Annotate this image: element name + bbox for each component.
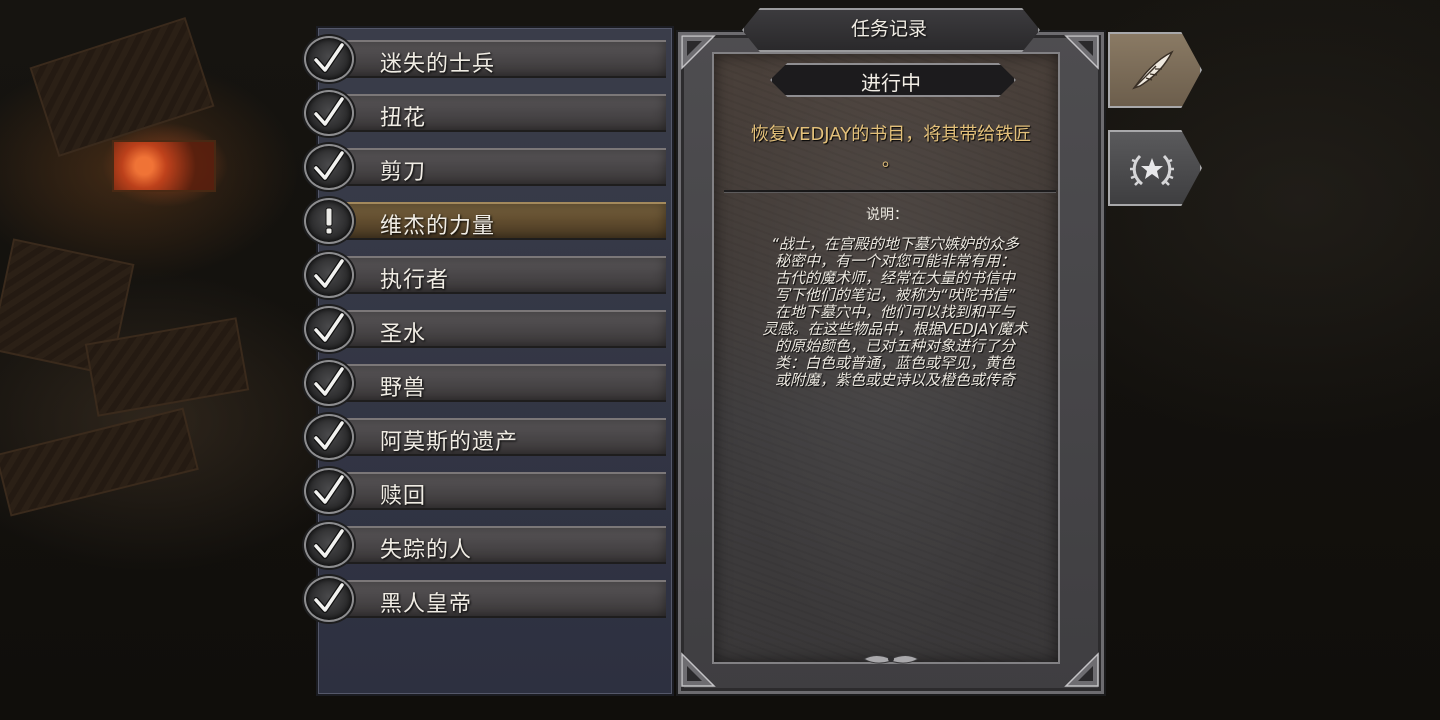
quest-item-label: 剪刀	[380, 160, 427, 185]
checkmark-icon	[314, 582, 344, 613]
quest-item-label: 执行者	[380, 268, 450, 293]
page-bottom-ornament-icon	[863, 655, 919, 664]
quest-list-item[interactable]: 剪刀	[304, 144, 670, 190]
quest-list-item[interactable]: 扭花	[304, 90, 670, 136]
quest-list-item[interactable]: 迷失的士兵	[304, 36, 670, 82]
corner-ornament-icon	[681, 652, 716, 687]
quest-item-bar	[322, 364, 666, 402]
description-line: 写下他们的笔记，被称为“吠陀书信”	[774, 286, 1016, 304]
quest-item-bar	[322, 472, 666, 510]
quest-item-label: 圣水	[380, 322, 427, 347]
corner-ornament-icon	[681, 35, 716, 70]
quest-item-bar	[322, 256, 666, 294]
description-heading: 说明：	[866, 207, 908, 223]
description-line: 或附魔，紫色或史诗以及橙色或传奇	[774, 371, 1015, 389]
quest-status-badge	[304, 36, 354, 82]
quest-status-badge	[304, 144, 354, 190]
quest-status-badge	[304, 468, 354, 514]
quest-status-badge	[304, 522, 354, 568]
quest-item-label: 野兽	[380, 376, 427, 401]
quest-list-item[interactable]: 维杰的力量	[304, 198, 670, 244]
corner-ornament-icon	[1064, 652, 1099, 687]
quest-item-label: 黑人皇帝	[380, 592, 473, 617]
checkmark-icon	[314, 258, 344, 289]
quest-status-badge	[304, 576, 354, 622]
checkmark-icon	[314, 150, 344, 181]
quest-list-item[interactable]: 黑人皇帝	[304, 576, 670, 622]
laurel-star-icon	[1130, 154, 1174, 186]
checkmark-icon	[314, 366, 344, 397]
checkmark-icon	[314, 96, 344, 127]
quest-item-label: 赎回	[380, 484, 427, 509]
checkmark-icon	[314, 528, 344, 559]
quest-item-bar	[322, 526, 666, 564]
background-crate	[0, 407, 199, 517]
quest-item-label: 迷失的士兵	[380, 52, 496, 77]
description-line: 类：白色或普通，蓝色或罕见，黄色	[774, 354, 1015, 372]
quest-item-bar	[322, 580, 666, 618]
description-line: “战士，在宫殿的地下墓穴嫉妒的众多	[771, 235, 1019, 253]
description-line: 古代的魔术师，经常在大量的书信中	[774, 269, 1015, 287]
quest-objective-line: 。	[882, 150, 900, 171]
quest-item-label: 维杰的力量	[380, 214, 496, 239]
checkmark-icon	[314, 420, 344, 451]
quest-list-item[interactable]: 阿莫斯的遗产	[304, 414, 670, 460]
corner-ornament-icon	[1064, 35, 1099, 70]
quest-list-item[interactable]: 野兽	[304, 360, 670, 406]
quest-item-label: 阿莫斯的遗产	[380, 430, 519, 455]
quest-item-label: 扭花	[380, 106, 427, 131]
background-crate	[29, 16, 215, 158]
quest-item-label: 失踪的人	[380, 538, 473, 563]
quest-status-badge	[304, 252, 354, 298]
quest-objective: 恢复VEDJAY的书目，将其带给铁匠 。	[726, 122, 1056, 174]
checkmark-icon	[314, 42, 344, 73]
description-line: 在地下墓穴中，他们可以找到和平与	[774, 303, 1015, 321]
quest-list-item[interactable]: 赎回	[304, 468, 670, 514]
quest-status-label: 进行中	[861, 71, 921, 95]
quest-item-bar	[322, 310, 666, 348]
quest-status-badge	[304, 198, 354, 244]
section-divider	[724, 190, 1056, 192]
quest-list-item[interactable]: 圣水	[304, 306, 670, 352]
exclamation-icon	[325, 207, 333, 235]
quest-status-badge	[304, 306, 354, 352]
quest-description: “战士，在宫殿的地下墓穴嫉妒的众多 秘密中，有一个对您可能非常有用： 古代的魔术…	[730, 236, 1060, 389]
description-line: 的原始颜色，已对五种对象进行了分	[774, 337, 1015, 355]
checkmark-icon	[314, 312, 344, 343]
quest-objective-line: 恢复VEDJAY的书目，将其带给铁匠	[750, 124, 1032, 145]
quest-list-item[interactable]: 执行者	[304, 252, 670, 298]
quest-status-badge	[304, 414, 354, 460]
quest-status-badge	[304, 90, 354, 136]
quest-item-bar	[322, 148, 666, 186]
background-brazier-embers	[112, 140, 216, 192]
description-line: 灵感。在这些物品中，根据VEDJAY魔术	[762, 320, 1028, 338]
description-line: 秘密中，有一个对您可能非常有用：	[774, 252, 1015, 270]
quill-feather-icon	[1132, 50, 1174, 90]
journal-title: 任务记录	[850, 18, 927, 40]
quest-item-bar	[322, 94, 666, 132]
checkmark-icon	[314, 474, 344, 505]
quest-list-item[interactable]: 失踪的人	[304, 522, 670, 568]
quest-status-badge	[304, 360, 354, 406]
